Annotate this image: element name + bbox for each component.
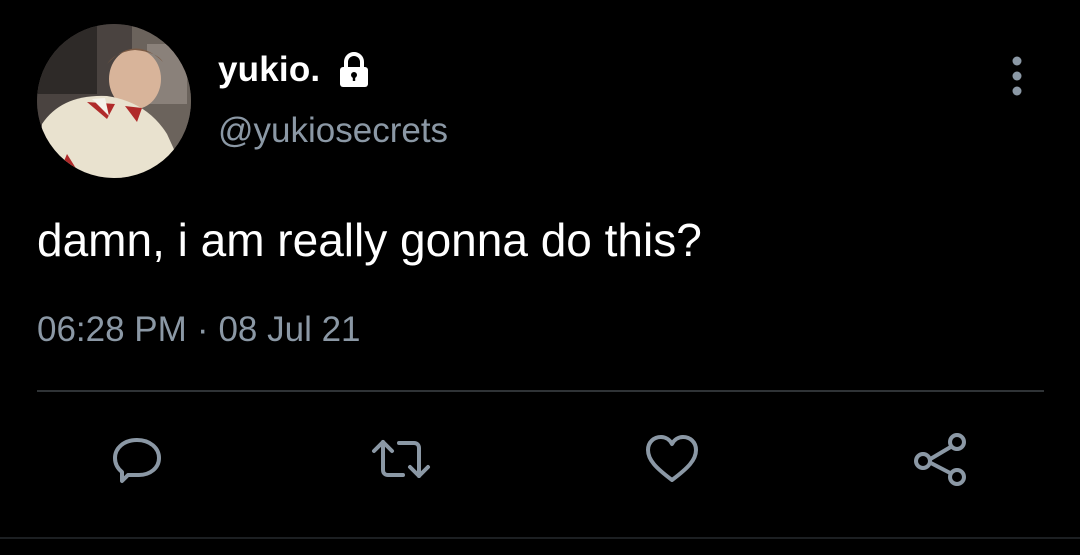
user-handle[interactable]: @yukiosecrets: [218, 111, 448, 151]
lock-icon: [334, 50, 374, 90]
like-icon: [642, 430, 702, 493]
user-name-row: yukio.: [218, 48, 374, 92]
more-vertical-icon[interactable]: [1000, 55, 1034, 97]
divider: [37, 390, 1044, 392]
avatar[interactable]: [37, 24, 191, 178]
meta-separator: ·: [196, 310, 209, 349]
reply-button[interactable]: [106, 430, 168, 492]
tweet-card: yukio. @yukiosecrets damn, i am really g…: [0, 0, 1080, 555]
reply-icon: [108, 430, 166, 493]
avatar-photo: [37, 24, 191, 178]
display-name[interactable]: yukio.: [218, 50, 320, 90]
bottom-border: [0, 537, 1080, 539]
like-button[interactable]: [641, 430, 703, 492]
share-button[interactable]: [909, 430, 971, 492]
tweet-date: 08 Jul 21: [218, 310, 361, 349]
retweet-button[interactable]: [370, 430, 432, 492]
tweet-time: 06:28 PM: [37, 310, 187, 349]
tweet-text: damn, i am really gonna do this?: [37, 214, 702, 266]
retweet-icon: [369, 430, 433, 493]
tweet-timestamp[interactable]: 06:28 PM · 08 Jul 21: [37, 310, 361, 350]
share-icon: [910, 429, 970, 494]
